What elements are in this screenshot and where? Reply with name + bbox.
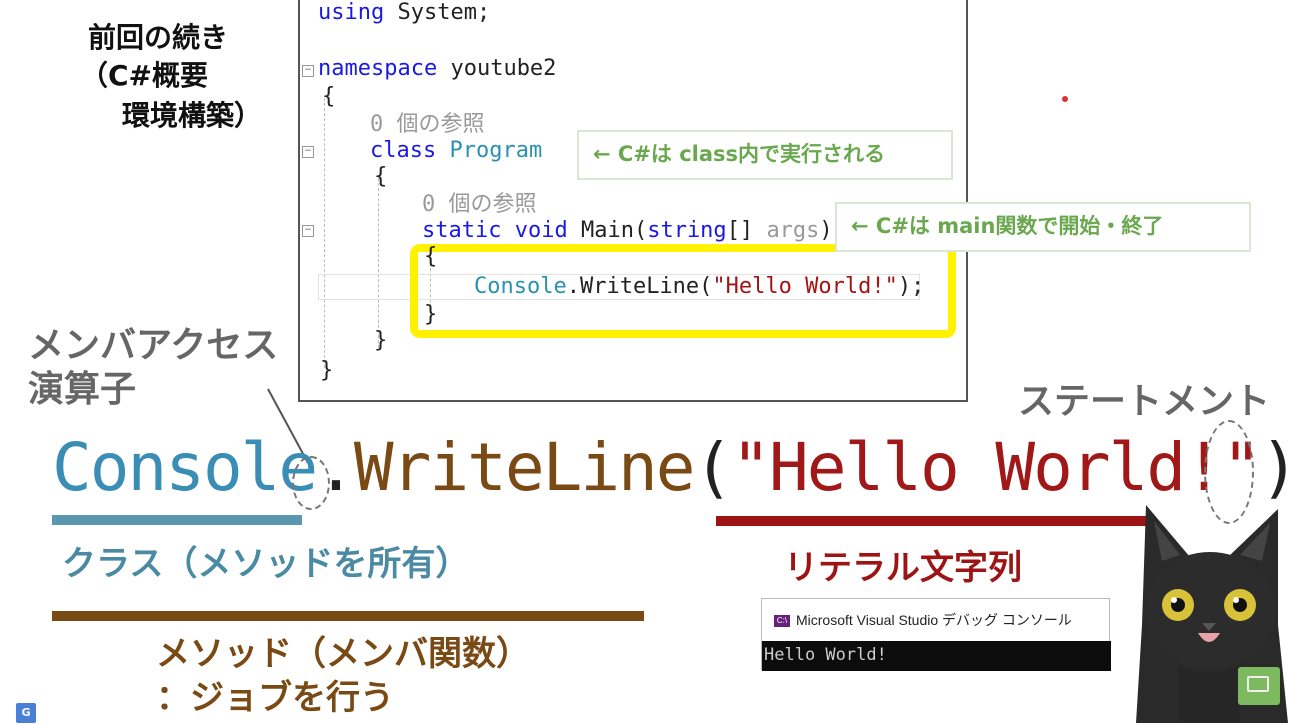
console-title-text: Microsoft Visual Studio デバッグ コンソール bbox=[796, 612, 1072, 628]
code-line-class-close: } bbox=[374, 328, 388, 353]
code-line-class-open: { bbox=[374, 164, 388, 189]
slide-thumbnail-button[interactable] bbox=[1238, 667, 1280, 705]
code-line-class: class Program bbox=[370, 138, 543, 163]
code-line-namespace: namespace youtube2 bbox=[318, 56, 557, 81]
big-string: "Hello World!" bbox=[731, 429, 1261, 506]
code-line-main: static void Main(string[] args) bbox=[422, 218, 833, 243]
method-label-2: ：ジョブを行う bbox=[156, 678, 394, 718]
code-line-ns-close: } bbox=[320, 358, 334, 383]
member-access-label: メンバアクセス bbox=[28, 325, 279, 366]
red-dot bbox=[1062, 96, 1068, 102]
fold-toggle-class[interactable]: − bbox=[302, 146, 314, 158]
code-editor-window[interactable]: − − − using System; namespace youtube2 {… bbox=[298, 0, 968, 402]
big-paren-open: ( bbox=[693, 429, 734, 506]
indent-guide bbox=[378, 178, 379, 348]
statement-label: ステートメント bbox=[1018, 381, 1271, 422]
callout-main: ← C#は main関数で開始・終了 bbox=[835, 202, 1251, 252]
debug-console-window[interactable]: C:\ Microsoft Visual Studio デバッグ コンソール He… bbox=[761, 598, 1111, 671]
literal-label: リテラル文字列 bbox=[784, 548, 1022, 588]
console-output: Hello World! bbox=[762, 641, 1111, 671]
code-line-main-open: { bbox=[424, 244, 438, 269]
callout-class: ← C#は class内で実行される bbox=[577, 130, 953, 180]
fold-toggle-main[interactable]: − bbox=[302, 225, 314, 237]
translate-icon[interactable]: G bbox=[16, 703, 36, 723]
code-line-console: Console.WriteLine("Hello World!"); bbox=[474, 274, 925, 299]
member-access-label-2: 演算子 bbox=[28, 369, 137, 410]
heading-line3: 環境構築） bbox=[122, 99, 263, 132]
code-line-main-close: } bbox=[424, 302, 438, 327]
visual-studio-icon: C:\ bbox=[774, 615, 790, 628]
method-label-1: メソッド（メンバ関数） bbox=[156, 634, 530, 674]
big-console: Console bbox=[52, 429, 318, 506]
big-method: WriteLine bbox=[353, 429, 696, 506]
method-underline bbox=[52, 611, 644, 621]
class-underline bbox=[52, 515, 302, 525]
console-titlebar[interactable]: C:\ Microsoft Visual Studio デバッグ コンソール bbox=[762, 599, 1109, 641]
big-paren-close: ) bbox=[1260, 429, 1291, 506]
code-line-open-brace: { bbox=[322, 84, 336, 109]
literal-underline bbox=[716, 516, 1146, 526]
code-reference-count[interactable]: 0 個の参照 bbox=[422, 192, 537, 218]
code-reference-count[interactable]: 0 個の参照 bbox=[370, 112, 485, 138]
code-line-using: using System; bbox=[318, 0, 491, 25]
heading-line2: （C#概要 bbox=[80, 59, 209, 92]
fold-toggle-namespace[interactable]: − bbox=[302, 65, 314, 77]
heading-line1: 前回の続き bbox=[88, 21, 229, 54]
dot-highlight-circle bbox=[292, 456, 330, 510]
big-code-line: Console.WriteLine("Hello World!"); bbox=[52, 428, 1291, 508]
class-description: クラス（メソッドを所有） bbox=[62, 544, 470, 584]
indent-guide bbox=[324, 98, 325, 368]
screen-icon bbox=[1247, 676, 1269, 692]
